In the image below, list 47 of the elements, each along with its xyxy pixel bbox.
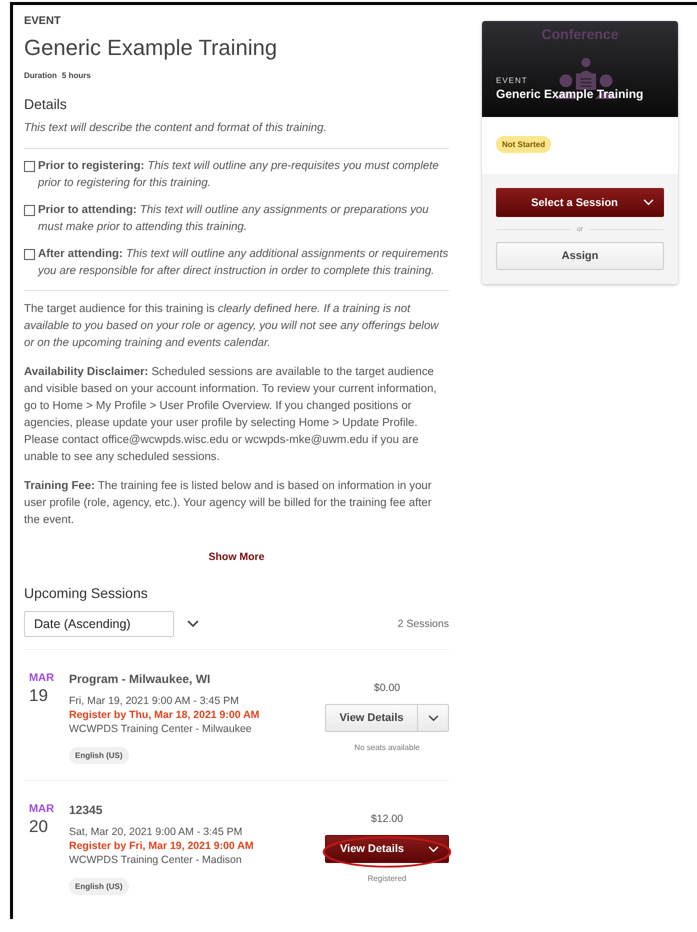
section-heading: Details [24,96,68,112]
card-event-label: EVENT [496,76,529,85]
date-day: 20 [29,817,69,837]
session-price: $12.00 [370,813,404,825]
paragraph: Training Fee: The training fee is listed below and is based on information in your user profile (role, agency, etc.). Your agency will be billed for the training fee after the event. [24,479,433,528]
chevron-down-icon[interactable] [428,714,438,722]
seat-status: No seats available [354,743,420,752]
paragraph: The target audience for this training is clearly defined here. If a training is not available to you based on your role or agency, you will not see any offerings below or on the upcoming training and events calendar. [24,302,440,351]
seat-status: Registered [368,874,406,883]
chevron-down-icon[interactable] [187,620,199,628]
language-tag: English (US) [69,878,129,895]
duration-label: Duration [24,71,57,80]
checkbox[interactable] [24,161,35,172]
session-time: Sat, Mar 20, 2021 9:00 AM - 3:45 PM [69,825,244,839]
registration-deadline: Register by Thu, Mar 18, 2021 9:00 AM [69,708,260,722]
session-count: 2 Sessions [398,618,449,630]
language-tag: English (US) [69,747,129,764]
date-day: 19 [29,686,69,706]
date-month: MAR [29,803,56,815]
date-month: MAR [29,672,56,684]
status-badge: Not Started [496,136,552,153]
section-heading: Upcoming Sessions [24,585,149,601]
card-title: Generic Example Training [496,87,644,101]
sort-dropdown[interactable]: Date (Ascending) [24,611,174,637]
session-location: WCWPDS Training Center - Milwaukee [69,722,253,736]
session-title: 12345 [69,803,104,817]
paragraph: Availability Disclaimer: Scheduled sessions are available to the target audience and visible based on your account information. To review your current information, go to Home > My Profile > User Profile Overview. If you changed positions or agencies, please update your user profile by selecting Home > Update Profile. Please contact office@wcwpds.wisc.edu or wcwpds-mke@uwm.edu if you are unable to see any scheduled sessions. [24,365,438,465]
select-session-button[interactable]: Select a Session [496,188,664,217]
view-details-button[interactable]: View Details [325,835,449,863]
assign-button[interactable]: Assign [496,242,664,270]
chevron-down-icon [643,199,654,206]
view-details-button[interactable]: View Details [325,704,449,732]
session-time: Fri, Mar 19, 2021 9:00 AM - 3:45 PM [69,694,240,708]
registration-deadline: Register by Fri, Mar 19, 2021 9:00 AM [69,839,255,853]
session-price: $0.00 [374,682,400,694]
description-text: This text will describe the content and format of this training. [24,121,328,136]
event-label: EVENT [24,15,62,27]
session-location: WCWPDS Training Center - Madison [69,853,243,867]
session-title: Program - Milwaukee, WI [69,672,212,686]
checkbox[interactable] [24,249,35,260]
checklist-text: Prior to registering: This text will outline any pre-requisites you must complete prior to registering for this training. [38,159,440,191]
checklist-text: After attending: This text will outline any additional assignments or requirements you are responsible for after direct instruction in order to complete this training. [38,247,449,279]
show-more-link[interactable]: Show More [208,551,264,563]
page-title: Generic Example Training [24,35,278,61]
duration-value: 5 hours [62,71,91,80]
checklist-text: Prior to attending: This text will outline any assignments or preparations you must make prior to attending this training. [38,203,430,235]
checkbox[interactable] [24,205,35,216]
